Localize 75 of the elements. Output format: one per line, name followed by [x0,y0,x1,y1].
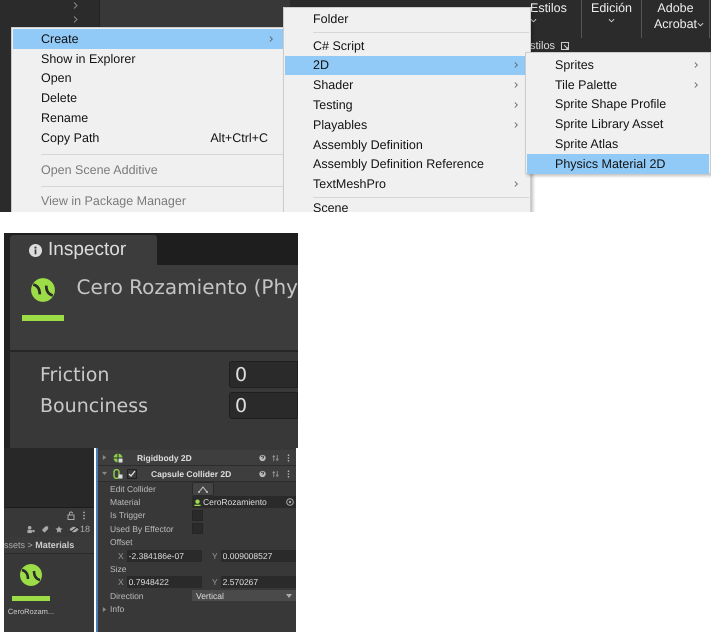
people-icon[interactable] [26,524,35,534]
field-label: Size [110,564,128,574]
material-icon [194,498,201,506]
ribbon-button[interactable]: Adobe Acrobat [642,0,710,38]
info-icon [29,244,42,256]
menu-item[interactable]: Sprite Library Asset [527,114,709,134]
dialog-launcher-icon[interactable] [561,42,570,50]
menu-item[interactable]: Sprite Shape Profile [527,94,709,114]
menu-item[interactable]: Folder [285,9,529,29]
group-caption: stilos [530,40,556,52]
property-label: Bounciness [39,394,149,416]
menu-item[interactable]: Shader [285,75,529,96]
menu-item[interactable]: Sprites [527,55,709,75]
menu-item[interactable]: Copy Path Alt+Ctrl+C [13,128,284,148]
sliders-icon[interactable] [272,454,279,462]
inspector-tab[interactable]: Inspector [10,235,157,265]
more-icon[interactable] [285,454,292,462]
foldout-arrow-icon[interactable] [102,455,107,460]
menu-item[interactable]: Show in Explorer [13,48,284,69]
ball-icon [30,277,56,303]
menu-item[interactable]: TextMeshPro [285,174,529,194]
menu-item[interactable]: Delete [13,88,284,108]
asset-title: Cero Rozamiento (Phy [76,274,298,301]
target-icon [286,498,294,506]
enable-checkbox[interactable] [127,468,137,478]
menu-item[interactable]: Sprite Atlas [527,134,709,154]
menu-item[interactable]: Tile Palette [527,74,709,95]
sliders-icon[interactable] [272,470,279,478]
field-label: Edit Collider [110,484,157,494]
ball-icon [19,563,43,587]
shortcut-label: Alt+Ctrl+C [210,130,268,145]
more-icon[interactable] [80,510,88,520]
physics-body-icon [113,452,123,462]
help-icon[interactable] [259,470,266,478]
menu-item[interactable]: Create [13,29,284,49]
menu-item[interactable]: C# Script [285,36,529,56]
field-label: Offset [110,537,134,548]
foldout[interactable]: Info [102,604,124,614]
field-label: Material [110,497,142,508]
edit-collider-button[interactable] [192,482,214,496]
property-label: Friction [39,364,110,386]
caret-icon [286,594,292,598]
asset-type-bar [22,315,64,321]
foldout-arrow-icon [102,606,107,612]
menu-item[interactable]: Assembly Definition Reference [285,154,529,174]
checkmark-icon [128,470,136,478]
capsule-icon [113,468,123,478]
menu-item[interactable]: Physics Material 2D [527,154,709,174]
number-field[interactable]: 0 [229,361,298,388]
component-title: Rigidbody 2D [137,452,193,462]
field-label: Is Trigger [110,510,146,520]
menu-item[interactable]: Testing [285,95,529,115]
foldout-arrow-icon[interactable] [102,471,107,476]
asset-type-bar [12,596,50,601]
menu-item[interactable]: Open [13,68,284,88]
eye-icon [68,526,79,532]
component-title: Capsule Collider 2D [151,468,232,478]
menu-item[interactable]: Scene [285,201,529,212]
field-label: Used By Effector [110,524,175,534]
tag-icon[interactable] [40,524,49,534]
more-icon[interactable] [285,470,292,478]
field-label: Direction [110,590,145,601]
menu-item[interactable]: Playables [285,114,529,135]
lock-icon[interactable] [67,510,75,520]
ribbon-button[interactable]: Edición [582,0,642,38]
caret-icon [608,18,615,23]
dropdown[interactable]: Vertical [192,590,296,602]
menu-item[interactable]: Assembly Definition [285,134,529,155]
object-field[interactable]: CeroRozamiento [192,496,296,508]
number-field[interactable]: 0 [229,392,298,419]
hidden-count[interactable]: 18 [68,524,90,534]
caret-icon [697,22,704,27]
help-icon[interactable] [259,454,266,462]
menu-item[interactable]: Rename [13,108,284,128]
star-icon[interactable] [54,524,63,534]
